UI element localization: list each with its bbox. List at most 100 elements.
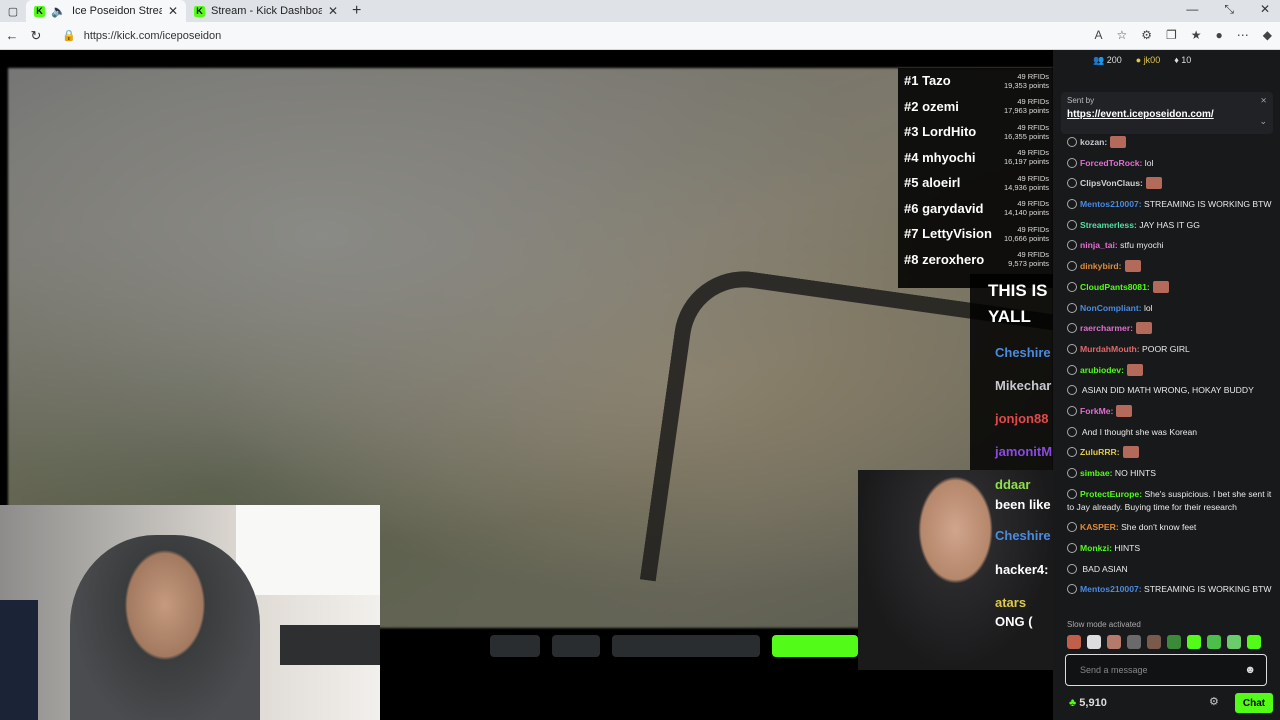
leaderboard-row: #6 garydavid 49 RFIDs 14,140 points (898, 196, 1053, 222)
emote[interactable] (1087, 635, 1101, 649)
chat-username[interactable]: CloudPants8081: (1080, 282, 1150, 292)
tab-kick-dashboard[interactable]: K Stream - Kick Dashboard ✕ (186, 0, 346, 22)
favorites-icon[interactable]: ★ (1191, 28, 1202, 42)
chat-message: Mentos210007: STREAMING IS WORKING BTW (1067, 583, 1277, 596)
tab-title: Stream - Kick Dashboard (211, 5, 322, 17)
chat-text: NO HINTS (1112, 468, 1156, 478)
emote[interactable] (1227, 635, 1241, 649)
leaderboard-row: #8 zeroxhero 49 RFIDs 9,573 points (898, 247, 1053, 273)
game-button[interactable] (612, 635, 760, 657)
chat-header: 👥 200 ● jk00 ♦ 10 (1053, 50, 1280, 70)
viewer-count: 👥 200 (1093, 54, 1122, 65)
emote-icon (1145, 177, 1162, 190)
emote[interactable] (1167, 635, 1181, 649)
minimize-icon[interactable]: — (1186, 2, 1198, 17)
chat-username[interactable]: kozan: (1080, 137, 1107, 147)
collections-icon[interactable]: ❐ (1166, 28, 1177, 42)
emote[interactable] (1067, 635, 1081, 649)
chat-message: dinkybird: (1067, 260, 1277, 273)
window-controls: — ⤡ ✕ (1186, 2, 1270, 17)
emoji-icon[interactable]: ☻ (1244, 664, 1256, 676)
sidebar-toggle-icon[interactable]: ▢ (0, 0, 26, 22)
leaderboard-stats: 49 RFIDs 10,666 points (1004, 225, 1049, 243)
game-buttons (490, 635, 858, 657)
chat-username[interactable]: ForkMe: (1080, 406, 1113, 416)
chat-input-placeholder: Send a message (1080, 665, 1148, 675)
game-button[interactable] (552, 635, 600, 657)
chat-username[interactable]: KASPER: (1080, 522, 1119, 532)
pinned-message[interactable]: Sent by https://event.iceposeidon.com/ ⨯… (1061, 92, 1273, 134)
leaderboard-stats: 49 RFIDs 14,936 points (1004, 174, 1049, 192)
copilot-icon[interactable]: ◆ (1263, 28, 1272, 42)
overlay-chat-name: jamonitM (995, 444, 1053, 459)
settings-gear-icon[interactable]: ⚙ (1209, 695, 1219, 708)
chat-username[interactable]: Streamerless: (1080, 220, 1137, 230)
user-badge-icon (1067, 426, 1077, 437)
chat-username[interactable]: arubiodev: (1080, 365, 1124, 375)
chat-username[interactable]: NonCompliant: (1080, 303, 1142, 313)
chat-username[interactable]: ZuluRRR: (1080, 447, 1120, 457)
chat-text: HINTS (1111, 543, 1141, 554)
speaker-icon[interactable]: 🔈 (51, 4, 66, 18)
chat-text: JAY HAS IT GG (1136, 219, 1200, 230)
chat-username[interactable]: raercharmer: (1080, 323, 1133, 333)
user-badge-icon (1067, 137, 1077, 147)
chat-username[interactable]: dinkybird: (1080, 261, 1122, 271)
chat-message: kozan: (1067, 136, 1277, 149)
tab-close-icon[interactable]: ✕ (328, 4, 338, 18)
user-badge-icon (1067, 522, 1077, 533)
chat-text: lol (1142, 157, 1154, 168)
chat-input[interactable]: Send a message ☻ (1065, 654, 1267, 686)
leaderboard-stats: 49 RFIDs 16,355 points (1004, 123, 1049, 141)
chat-message: ForcedToRock: lol (1067, 157, 1277, 170)
emote[interactable] (1127, 635, 1141, 649)
video-player[interactable]: #1 Tazo 49 RFIDs 19,353 points #2 ozemi 49 R… (0, 50, 1053, 720)
emote[interactable] (1207, 635, 1221, 649)
more-menu-icon[interactable]: ⋯ (1237, 28, 1249, 42)
leaderboard-rfids: 49 RFIDs (1017, 173, 1049, 183)
chat-username[interactable]: ForcedToRock: (1080, 158, 1142, 168)
chat-text: STREAMING IS WORKING BTW (1141, 199, 1272, 210)
leaderboard-name: #1 Tazo (904, 73, 951, 89)
unpin-icon[interactable]: ⨯ (1260, 96, 1267, 105)
webcam-feed (0, 505, 380, 720)
emote[interactable] (1107, 635, 1121, 649)
game-button-green[interactable] (772, 635, 858, 657)
game-button[interactable] (490, 635, 540, 657)
leaderboard-row: #7 LettyVision 49 RFIDs 10,666 points (898, 221, 1053, 247)
tab-ice-poseidon[interactable]: K 🔈 Ice Poseidon Stream - Watch ✕ (26, 0, 186, 22)
read-aloud-icon[interactable]: A (1094, 28, 1102, 42)
channel-points[interactable]: ♣ 5,910 (1069, 697, 1107, 709)
profile-icon[interactable]: ● (1216, 28, 1223, 42)
chat-username[interactable]: Monkzi: (1080, 543, 1112, 553)
reload-icon[interactable]: ↻ (24, 28, 48, 44)
chat-username[interactable]: ProtectEurope: (1080, 489, 1142, 499)
chat-username[interactable]: ninja_tai: (1080, 240, 1118, 250)
new-tab-button[interactable]: + (352, 2, 361, 20)
leaderboard-rfids: 49 RFIDs (1017, 97, 1049, 107)
chat-username[interactable]: simbae: (1080, 468, 1112, 478)
emote[interactable] (1187, 635, 1201, 649)
tab-close-icon[interactable]: ✕ (168, 4, 178, 18)
pinned-link[interactable]: https://event.iceposeidon.com/ (1067, 109, 1267, 120)
back-arrow-icon[interactable]: ← (0, 28, 24, 43)
overlay-caption: THIS IS YALL (988, 278, 1048, 330)
chat-username[interactable]: MurdahMouth: (1080, 344, 1140, 354)
points-icon: ♣ (1069, 697, 1077, 709)
emote[interactable] (1247, 635, 1261, 649)
chat-footer: ♣ 5,910 ⚙ Chat (1069, 693, 1273, 713)
close-window-icon[interactable]: ✕ (1260, 2, 1270, 17)
leaderboard-stats: 49 RFIDs 16,197 points (1004, 148, 1049, 166)
favorite-star-icon[interactable]: ☆ (1116, 28, 1127, 42)
leaderboard-points: 14,140 points (1003, 208, 1049, 218)
emote[interactable] (1147, 635, 1161, 649)
send-chat-button[interactable]: Chat (1235, 693, 1273, 713)
url-field[interactable]: 🔒 https://kick.com/iceposeidon (62, 29, 221, 43)
chat-text: BAD ASIAN (1080, 563, 1128, 574)
chat-username[interactable]: Mentos210007: (1080, 199, 1142, 209)
restore-icon[interactable]: ⤡ (1224, 2, 1234, 17)
chevron-down-icon[interactable]: ⌄ (1259, 116, 1267, 127)
extensions-icon[interactable]: ⚙ (1141, 28, 1152, 42)
chat-username[interactable]: ClipsVonClaus: (1080, 178, 1143, 188)
chat-username[interactable]: Mentos210007: (1080, 584, 1142, 594)
